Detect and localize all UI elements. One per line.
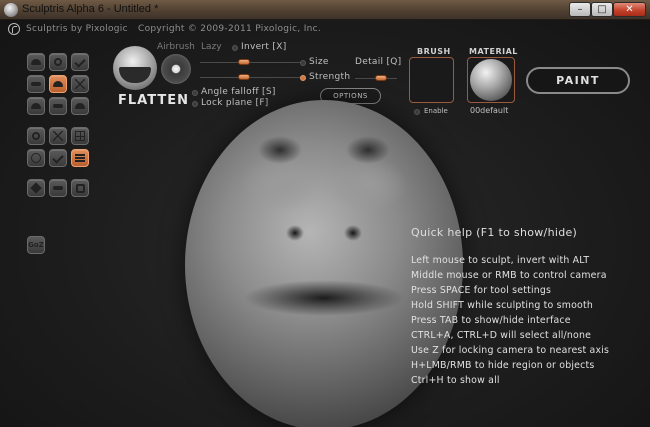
airbrush-label[interactable]: Airbrush [157, 42, 195, 52]
quick-help-line: H+LMB/RMB to hide region or objects [411, 360, 595, 371]
import-button[interactable] [49, 179, 67, 197]
maximize-button[interactable]: □ [591, 2, 613, 17]
sculptris-app-icon [4, 3, 18, 17]
import-icon [53, 186, 63, 190]
paint-button[interactable]: PAINT [526, 67, 630, 94]
angle-falloff-radio[interactable] [192, 90, 198, 96]
scale-tool-button[interactable] [71, 97, 89, 115]
detail-label: Detail [Q] [355, 57, 402, 67]
quick-help-line: Hold SHIFT while sculpting to smooth [411, 300, 593, 311]
draw-icon [31, 59, 41, 65]
grid-button[interactable] [71, 127, 89, 145]
flatten-tool-button[interactable] [27, 75, 45, 93]
rotate-tool-button[interactable] [71, 53, 89, 71]
sphere-icon [30, 182, 42, 194]
flatten-icon [31, 82, 41, 86]
brush-enable-label[interactable]: Enable [424, 107, 448, 115]
reduce-button[interactable] [71, 149, 89, 167]
subdivide-icon [52, 152, 64, 164]
size-label: Size [309, 57, 329, 67]
grid-icon [75, 131, 85, 141]
window-title: Sculptris Alpha 6 - Untitled * [22, 3, 159, 15]
invert-label[interactable]: Invert [X] [241, 42, 287, 52]
save-icon [75, 183, 85, 193]
angle-falloff-label[interactable]: Angle falloff [S] [201, 87, 276, 97]
goz-button[interactable]: GoZ [27, 236, 45, 254]
mask-button[interactable] [27, 149, 45, 167]
brand-name: Sculptris by Pixologic [26, 24, 128, 34]
material-sphere-icon [470, 59, 512, 101]
quick-help-line: Ctrl+H to show all [411, 375, 500, 386]
wireframe-icon [53, 131, 63, 141]
quick-help-line: Press SPACE for tool settings [411, 285, 552, 296]
quick-help-title: Quick help (F1 to show/hide) [411, 226, 578, 239]
quick-help-line: Middle mouse or RMB to control camera [411, 270, 607, 281]
crease-icon [54, 58, 62, 66]
inflate-tool-button[interactable] [49, 75, 67, 93]
strength-slider-knob[interactable] [238, 74, 250, 80]
scale-icon [75, 103, 85, 109]
inflate-icon [53, 81, 63, 87]
strength-radio[interactable] [300, 75, 306, 81]
size-slider-knob[interactable] [238, 59, 250, 65]
detail-slider-knob[interactable] [375, 75, 387, 81]
quick-help-line: Press TAB to show/hide interface [411, 315, 571, 326]
quick-help-line: Left mouse to sculpt, invert with ALT [411, 255, 590, 266]
falloff-preview-icon[interactable] [161, 54, 191, 84]
strength-label: Strength [309, 72, 351, 82]
brush-section-title: BRUSH [417, 47, 451, 56]
current-tool-name: FLATTEN [118, 93, 190, 108]
lock-plane-label[interactable]: Lock plane [F] [201, 98, 269, 108]
grab-tool-button[interactable] [27, 97, 45, 115]
smooth-icon [53, 104, 63, 108]
symmetry-button[interactable] [27, 127, 45, 145]
reduce-icon [75, 157, 85, 159]
symmetry-icon [32, 132, 40, 140]
size-radio[interactable] [300, 60, 306, 66]
brush-enable-radio[interactable] [414, 109, 420, 115]
minimize-button[interactable]: – [569, 2, 591, 17]
size-slider-track[interactable] [200, 62, 300, 63]
brush-slot[interactable] [409, 57, 454, 103]
tool-preview-icon[interactable] [113, 46, 157, 90]
material-section-title: MATERIAL [469, 47, 518, 56]
crease-tool-button[interactable] [49, 53, 67, 71]
brand-bar: Sculptris by Pixologic Copyright © 2009-… [0, 20, 650, 38]
close-button[interactable]: ✕ [613, 2, 646, 17]
lazy-label[interactable]: Lazy [201, 42, 222, 52]
window-title-bar[interactable]: Sculptris Alpha 6 - Untitled * – □ ✕ [0, 0, 650, 20]
new-sphere-button[interactable] [27, 179, 45, 197]
copyright-text: Copyright © 2009-2011 Pixologic, Inc. [138, 24, 322, 34]
save-button[interactable] [71, 179, 89, 197]
mask-icon [31, 153, 41, 163]
rotate-icon [74, 56, 86, 68]
grab-icon [31, 103, 41, 109]
invert-radio[interactable] [232, 45, 238, 51]
quick-help-line: CTRL+A, CTRL+D will select all/none [411, 330, 592, 341]
pinch-icon [75, 79, 85, 89]
sculptris-logo-icon [8, 23, 20, 35]
lock-plane-radio[interactable] [192, 101, 198, 107]
pinch-tool-button[interactable] [71, 75, 89, 93]
material-name: 00default [470, 106, 509, 115]
subdivide-button[interactable] [49, 149, 67, 167]
quick-help-line: Use Z for locking camera to nearest axis [411, 345, 610, 356]
draw-tool-button[interactable] [27, 53, 45, 71]
smooth-tool-button[interactable] [49, 97, 67, 115]
wireframe-button[interactable] [49, 127, 67, 145]
app-canvas[interactable]: Sculptris by Pixologic Copyright © 2009-… [0, 20, 650, 427]
strength-slider-track[interactable] [200, 77, 300, 78]
